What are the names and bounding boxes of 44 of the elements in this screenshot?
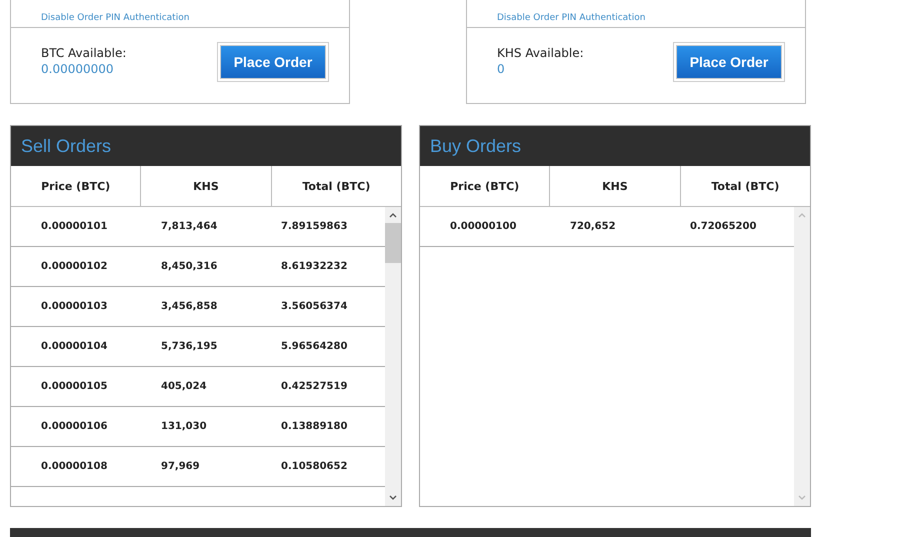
panel-title: Buy Orders (430, 136, 522, 156)
table-cell-text: 7.89159863 (280, 221, 348, 232)
table-cell-text: 720,652 (569, 221, 617, 232)
table-cell-text: 97,969 (160, 461, 201, 472)
table-cell-text: 0.00000105 (40, 381, 108, 392)
table-cell-text: 0.00000100 (449, 221, 518, 232)
table-cell-text: 8,450,316 (160, 261, 218, 272)
table-cell-text: 0.13889180 (280, 421, 348, 432)
place-order-button[interactable]: Place Order (677, 46, 781, 78)
scrollbar[interactable] (385, 207, 401, 506)
scroll-up-icon[interactable] (389, 212, 397, 218)
table-cell-text: 0.10580652 (280, 461, 348, 472)
pin-link[interactable]: Disable Order PIN Authentication (41, 13, 190, 23)
table-cell-text: 3.56056374 (280, 301, 348, 312)
table-cell-text: 405,024 (160, 381, 208, 392)
column-header[interactable]: Total (BTC) (680, 166, 810, 206)
available-label: BTC Available: (41, 46, 126, 60)
available-value: 0 (497, 62, 506, 76)
available-label: KHS Available: (497, 46, 584, 60)
table-cell-text: 0.42527519 (280, 381, 348, 392)
column-header[interactable]: KHS (141, 166, 272, 206)
column-header[interactable]: Total (BTC) (272, 166, 401, 206)
table-cell-text: 0.00000103 (40, 301, 108, 312)
available-value: 0.00000000 (41, 62, 115, 76)
table-cell-text: 0.00000104 (40, 341, 108, 352)
table-cell-text: 0.00000101 (40, 221, 108, 232)
panel-title: Sell Orders (21, 136, 112, 156)
table-cell-text: 5,736,195 (160, 341, 218, 352)
table-cell-text: 0.00000108 (40, 461, 108, 472)
table-cell-text: 8.61932232 (280, 261, 348, 272)
table-cell-text: 0.72065200 (689, 221, 758, 232)
column-header[interactable]: Price (BTC) (11, 166, 142, 206)
table-cell-text: 0.00000102 (40, 261, 108, 272)
scrollbar-thumb[interactable] (385, 223, 401, 263)
place-order-button[interactable]: Place Order (221, 46, 325, 78)
scroll-down-icon[interactable] (389, 495, 397, 501)
pin-link[interactable]: Disable Order PIN Authentication (497, 13, 646, 23)
column-header[interactable]: KHS (550, 166, 681, 206)
table-cell-text: 131,030 (160, 421, 208, 432)
table-cell-text: 3,456,858 (160, 301, 218, 312)
table-cell-text: 7,813,464 (160, 221, 218, 232)
column-header[interactable]: Price (BTC) (420, 166, 550, 206)
table-cell-text: 5.96564280 (280, 341, 348, 352)
table-cell-text: 0.00000106 (40, 421, 108, 432)
